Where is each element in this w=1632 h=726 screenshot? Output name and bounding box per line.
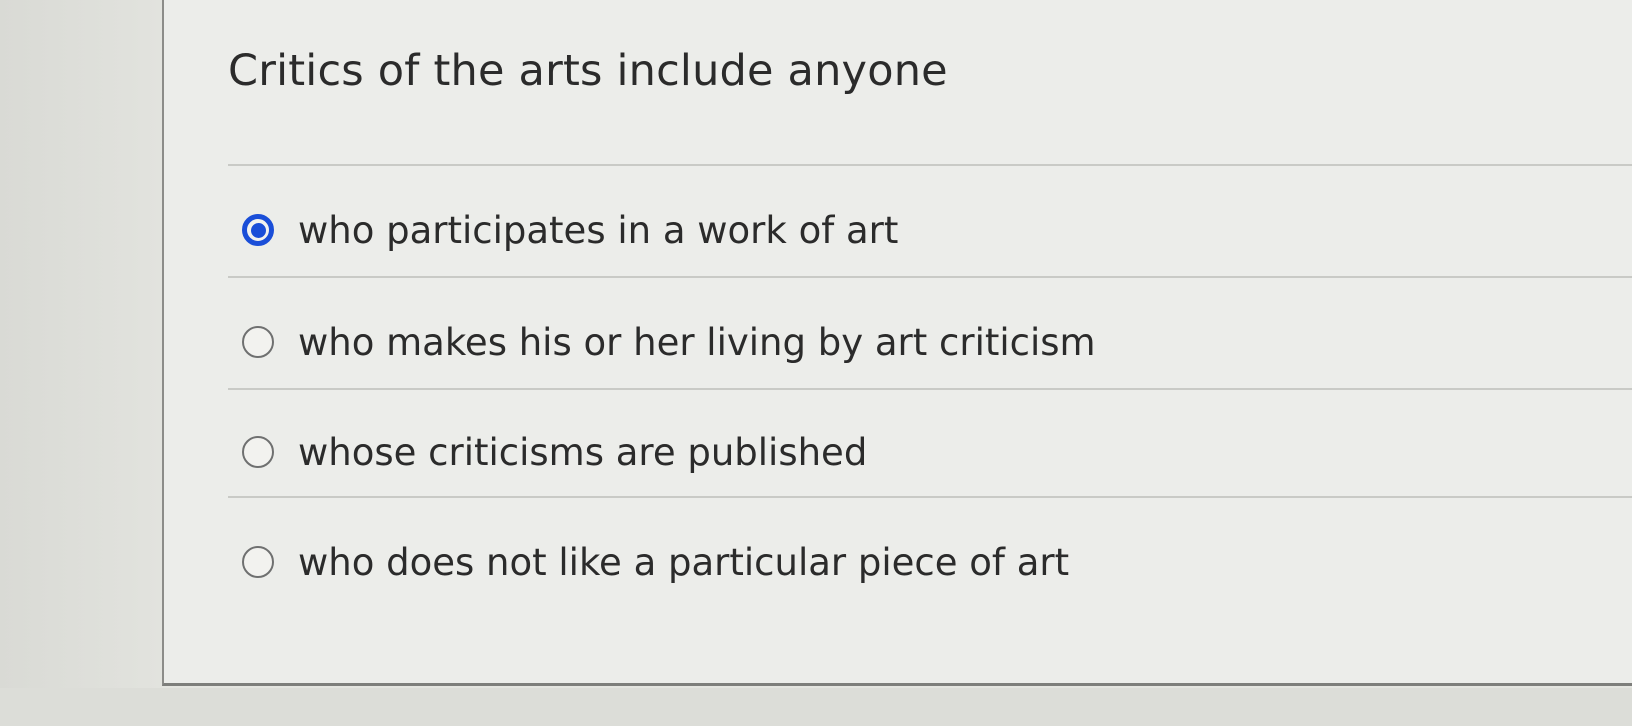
answer-label: whose criticisms are published: [298, 430, 868, 474]
question-prompt: Critics of the arts include anyone: [228, 46, 948, 96]
radio-button-selected[interactable]: [242, 214, 274, 246]
radio-button[interactable]: [242, 326, 274, 358]
radio-button[interactable]: [242, 436, 274, 468]
answer-option-1[interactable]: who participates in a work of art: [242, 202, 898, 258]
divider: [228, 388, 1632, 390]
page-footer-area: [0, 688, 1632, 726]
question-card: Critics of the arts include anyone who p…: [162, 0, 1632, 686]
divider: [228, 496, 1632, 498]
answer-option-2[interactable]: who makes his or her living by art criti…: [242, 314, 1096, 370]
answer-label: who makes his or her living by art criti…: [298, 320, 1096, 364]
answer-option-3[interactable]: whose criticisms are published: [242, 424, 867, 480]
answer-label: who participates in a work of art: [298, 208, 899, 252]
answer-option-4[interactable]: who does not like a particular piece of …: [242, 534, 1069, 590]
radio-button[interactable]: [242, 546, 274, 578]
divider: [228, 276, 1632, 278]
divider: [228, 164, 1632, 166]
page-margin: [0, 0, 162, 726]
answer-label: who does not like a particular piece of …: [298, 540, 1070, 584]
